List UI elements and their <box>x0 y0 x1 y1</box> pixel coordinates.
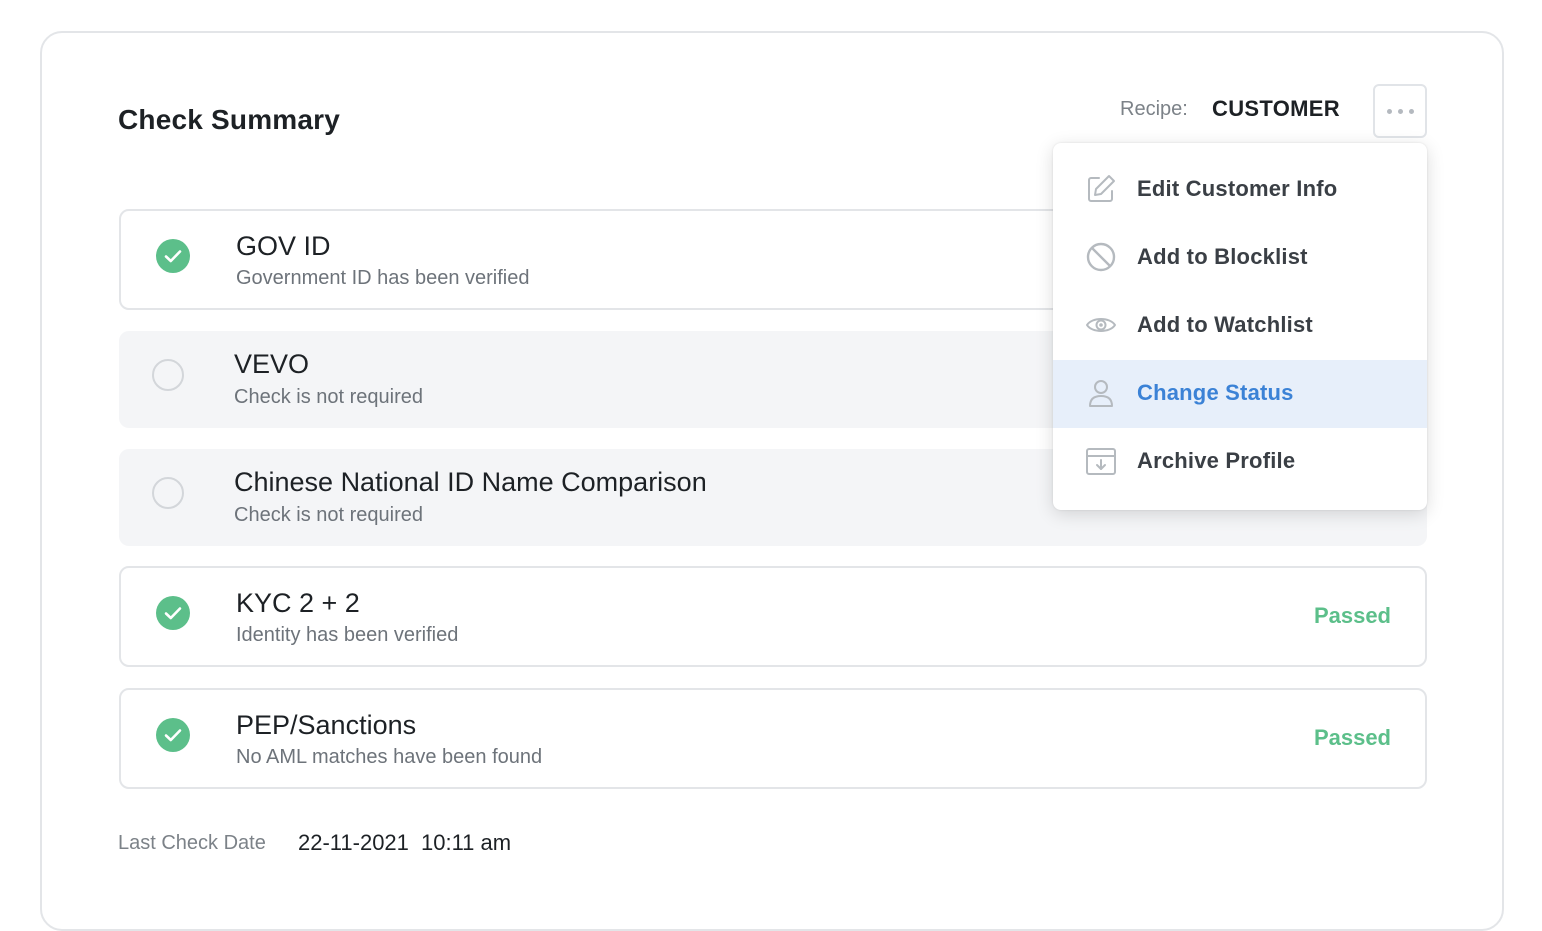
menu-item-change-status[interactable]: Change Status <box>1053 360 1427 428</box>
edit-icon <box>1084 172 1118 206</box>
check-subtitle: Identity has been verified <box>236 624 459 646</box>
more-dot <box>1408 108 1414 114</box>
check-circle-icon <box>156 596 190 630</box>
menu-item-edit-customer-info[interactable]: Edit Customer Info <box>1053 156 1427 224</box>
recipe-value: CUSTOMER <box>1212 96 1340 121</box>
check-title: GOV ID <box>236 231 331 261</box>
last-check-label: Last Check Date <box>118 832 266 854</box>
check-circle-icon <box>156 239 190 273</box>
menu-item-label: Change Status <box>1137 380 1294 405</box>
user-icon <box>1084 376 1118 410</box>
eye-icon <box>1084 308 1118 342</box>
check-circle-icon <box>156 718 190 752</box>
check-subtitle: Check is not required <box>234 386 423 408</box>
empty-circle-icon <box>152 359 184 391</box>
check-title: KYC 2 + 2 <box>236 588 360 618</box>
check-subtitle: Check is not required <box>234 504 423 526</box>
archive-icon <box>1084 444 1118 478</box>
menu-item-add-to-watchlist[interactable]: Add to Watchlist <box>1053 292 1427 360</box>
check-title: VEVO <box>234 349 310 379</box>
page-title: Check Summary <box>118 104 341 135</box>
menu-item-label: Add to Watchlist <box>1137 312 1313 337</box>
check-title: PEP/Sanctions <box>236 710 417 740</box>
check-row-kyc[interactable]: KYC 2 + 2 Identity has been verified Pas… <box>119 566 1427 667</box>
last-check-date: 22-11-2021 <box>298 830 409 855</box>
block-icon <box>1084 240 1118 274</box>
more-horizontal-icon <box>1386 108 1392 114</box>
menu-item-label: Add to Blocklist <box>1137 244 1308 269</box>
menu-item-add-to-blocklist[interactable]: Add to Blocklist <box>1053 224 1427 292</box>
check-subtitle: Government ID has been verified <box>236 267 530 289</box>
last-check-time: 10:11 am <box>421 830 512 855</box>
more-dot <box>1397 108 1403 114</box>
empty-circle-icon <box>152 477 184 509</box>
menu-item-label: Edit Customer Info <box>1137 176 1338 201</box>
status-badge: Passed <box>1313 603 1391 628</box>
actions-menu: Edit Customer Info Add to Blocklist Add … <box>1053 143 1427 510</box>
check-subtitle: No AML matches have been found <box>236 746 543 768</box>
more-options-button[interactable] <box>1373 84 1427 138</box>
check-title: Chinese National ID Name Comparison <box>234 467 707 497</box>
menu-item-label: Archive Profile <box>1137 448 1296 473</box>
check-row-pep-sanctions[interactable]: PEP/Sanctions No AML matches have been f… <box>119 688 1427 789</box>
recipe-label: Recipe: <box>1120 98 1188 120</box>
menu-item-archive-profile[interactable]: Archive Profile <box>1053 428 1427 496</box>
status-badge: Passed <box>1313 725 1391 750</box>
